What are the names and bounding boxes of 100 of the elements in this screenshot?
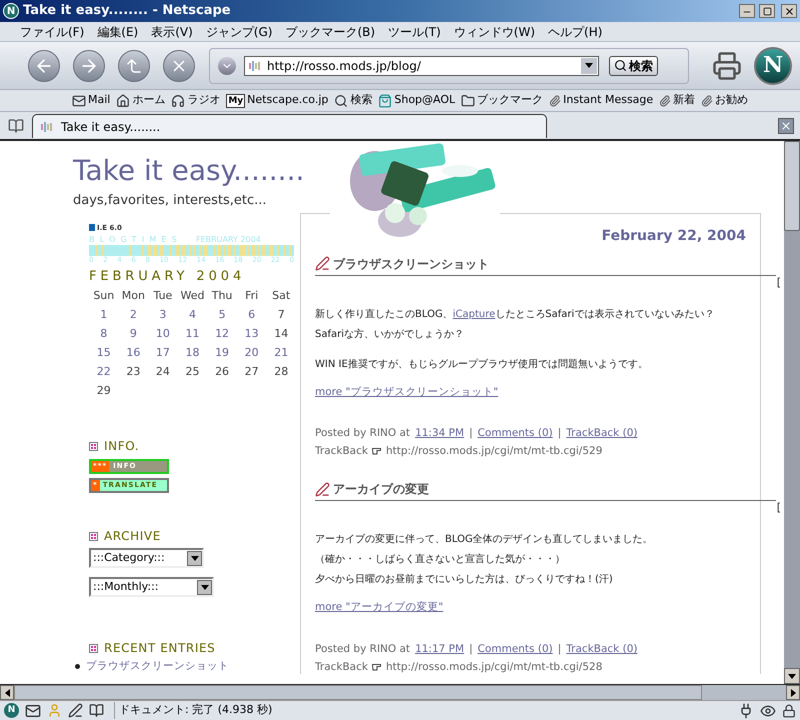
right-arrow-icon (790, 688, 796, 696)
blogtimes-month: FEBRUARY 2004 (196, 235, 261, 245)
archive-select[interactable]: :::Monthly::: (89, 577, 214, 597)
toolbar-link[interactable]: ラジオ (171, 92, 220, 109)
weekday-label: Thu (210, 288, 234, 304)
calendar-day: 25 (178, 364, 208, 381)
menu-item[interactable]: ツール(T) (388, 22, 441, 40)
menu-item[interactable]: 表示(V) (151, 22, 193, 40)
weekday-label: Sun (92, 288, 116, 304)
post-text: Safariな方、いかがでしょうか？ (315, 328, 464, 342)
address-book-icon[interactable] (89, 703, 104, 718)
close-button[interactable] (781, 4, 797, 18)
toolbar-link[interactable]: お勧め (701, 92, 748, 109)
toolbar-link[interactable]: ホーム (116, 92, 166, 109)
toolbar-link[interactable]: Mail (72, 92, 110, 109)
menu-item[interactable]: ブックマーク(B) (285, 22, 376, 40)
forward-button[interactable] (73, 50, 105, 82)
site-icon (41, 122, 55, 132)
calendar-day: 7 (266, 307, 296, 324)
calendar-day-link[interactable]: 12 (207, 326, 237, 343)
more-link[interactable]: more "アーカイブの変更" (315, 600, 444, 616)
netscape-logo-icon: N (3, 3, 19, 19)
more-link[interactable]: more "ブラウザスクリーンショット" (315, 384, 498, 400)
calendar-day-link[interactable]: 2 (118, 307, 148, 324)
weekday-label: Mon (120, 288, 146, 304)
post-date: February 22, 2004 (602, 226, 746, 246)
calendar-day: 29 (89, 383, 119, 400)
trackback-url: http://rosso.mods.jp/cgi/mt/mt-tb.cgi/528 (386, 660, 602, 674)
window-title: Take it easy........ - Netscape (23, 2, 232, 20)
netscape-icon[interactable]: N (4, 703, 19, 718)
menu-item[interactable]: ファイル(F) (20, 22, 84, 40)
url-field[interactable]: http://rosso.mods.jp/blog/ (244, 56, 599, 76)
calendar-day-link[interactable]: 22 (89, 364, 119, 381)
toolbar-link[interactable]: Instant Message (549, 92, 654, 109)
time-link[interactable]: 11:34 PM (415, 426, 464, 440)
mail-icon[interactable] (25, 702, 41, 718)
calendar-day-link[interactable]: 10 (148, 326, 178, 343)
calendar-day-link[interactable]: 18 (178, 345, 208, 362)
calendar-day-link[interactable]: 15 (89, 345, 119, 362)
calendar-day-link[interactable]: 1 (89, 307, 119, 324)
text-link[interactable]: iCapture (452, 308, 496, 320)
toolbar-link[interactable]: Shop@AOL (378, 92, 456, 109)
calendar-day-link[interactable]: 21 (266, 345, 296, 362)
eye-icon (760, 702, 776, 718)
menu-item[interactable]: ジャンプ(G) (206, 22, 272, 40)
minimize-button[interactable] (739, 4, 755, 18)
calendar-day-link[interactable]: 16 (118, 345, 148, 362)
paperclip-icon (659, 94, 672, 106)
blog-subtitle: days,favorites, interests,etc... (73, 192, 267, 210)
maximize-button[interactable] (759, 4, 775, 18)
calendar-day-link[interactable]: 19 (207, 345, 237, 362)
recent-entry-link[interactable]: ブラウザスクリーンショット (86, 659, 229, 673)
vertical-scrollbar[interactable] (784, 141, 800, 684)
comments-link[interactable]: Comments (0) (478, 426, 553, 440)
close-icon (784, 6, 794, 16)
calendar-day: 14 (266, 326, 296, 343)
trackback-link[interactable]: TrackBack (0) (566, 642, 638, 656)
menu-item[interactable]: ヘルプ(H) (548, 22, 602, 40)
calendar-day-link[interactable]: 17 (148, 345, 178, 362)
posted-by: Posted by RINO at (315, 642, 410, 656)
calendar-day-link[interactable]: 3 (148, 307, 178, 324)
trackback-url: http://rosso.mods.jp/cgi/mt/mt-tb.cgi/529 (386, 444, 602, 458)
toolbar-link[interactable]: My Netscape.co.jp (226, 92, 328, 109)
post-text: 新しく作り直したこのBLOG、iCapture したところSafariでは表示されていないみたい？ (315, 308, 714, 322)
section-icon (89, 532, 98, 541)
menu-item[interactable]: ウィンドウ(W) (454, 22, 536, 40)
stop-button[interactable] (163, 50, 195, 82)
archive-select[interactable]: :::Category::: (89, 548, 204, 568)
calendar-day-link[interactable]: 4 (178, 307, 208, 324)
close-tab-button[interactable] (778, 118, 794, 134)
calendar-day-link[interactable]: 9 (118, 326, 148, 343)
toolbar-link[interactable]: 新着 (659, 92, 696, 109)
calendar-day-link[interactable]: 11 (178, 326, 208, 343)
calendar-day-link[interactable]: 13 (236, 326, 266, 343)
calendar-day: 26 (207, 364, 237, 381)
calendar-day-link[interactable]: 5 (207, 307, 237, 324)
comments-link[interactable]: Comments (0) (478, 642, 553, 656)
blogtimes-label: BLOGTIMES (89, 235, 182, 245)
reload-button[interactable] (118, 50, 150, 82)
paperclip-icon (549, 94, 562, 106)
posted-by: Posted by RINO at (315, 426, 410, 440)
separator: | (558, 426, 562, 440)
calendar-day-link[interactable]: 8 (89, 326, 119, 343)
calendar-day-link[interactable]: 20 (236, 345, 266, 362)
compose-icon[interactable] (68, 703, 83, 718)
calendar-day-link[interactable]: 6 (236, 307, 266, 324)
dropdown-button[interactable] (218, 56, 236, 74)
toolbar-link[interactable]: 検索 (334, 92, 372, 109)
printer-icon[interactable] (712, 50, 742, 80)
search-button[interactable]: 検索 (609, 56, 658, 76)
time-link[interactable]: 11:17 PM (415, 642, 464, 656)
headphones-icon (171, 94, 186, 108)
netscape-logo: N (754, 46, 792, 84)
back-button[interactable] (28, 50, 60, 82)
toolbar-link[interactable]: ブックマーク (461, 92, 544, 109)
menu-item[interactable]: 編集(E) (97, 22, 138, 40)
tab[interactable]: Take it easy........ (32, 114, 547, 138)
scrollbar-thumb[interactable] (784, 141, 800, 231)
horizontal-scrollbar[interactable] (0, 684, 800, 700)
trackback-link[interactable]: TrackBack (0) (566, 426, 638, 440)
